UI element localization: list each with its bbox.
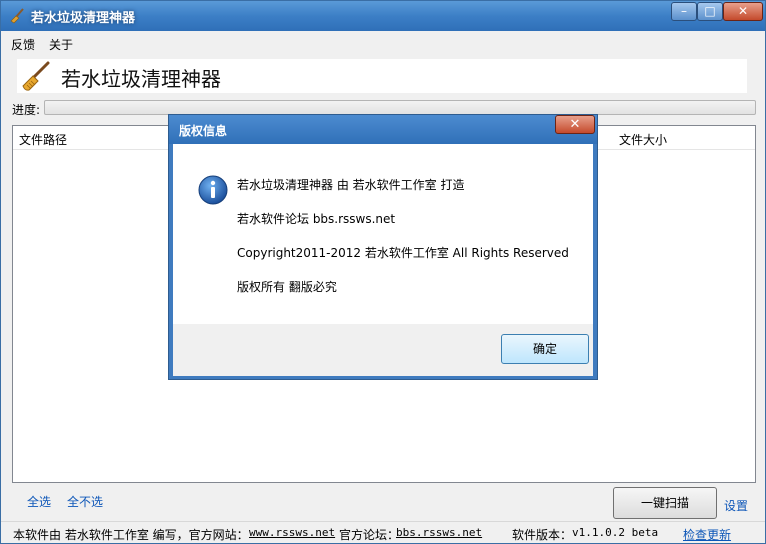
check-update-link[interactable]: 检查更新 bbox=[683, 526, 731, 543]
ok-button[interactable]: 确定 bbox=[501, 334, 589, 364]
select-none-link[interactable]: 全不选 bbox=[67, 493, 103, 510]
dialog-line: 版权所有 翻版必究 bbox=[237, 280, 337, 294]
status-version: v1.1.0.2 beta bbox=[572, 526, 659, 539]
dialog-close-button[interactable]: ✕ bbox=[555, 115, 595, 134]
broom-icon bbox=[22, 61, 50, 91]
menu-item-about[interactable]: 关于 bbox=[49, 36, 73, 53]
status-made-by: 本软件由 若水软件工作室 编写，官方网站： bbox=[13, 528, 249, 542]
menu-item-feedback[interactable]: 反馈 bbox=[11, 36, 35, 53]
dialog-title-bar[interactable]: 版权信息 ✕ bbox=[169, 115, 597, 144]
info-icon bbox=[198, 175, 228, 205]
dialog-line: 若水软件论坛 bbs.rssws.net bbox=[237, 212, 396, 226]
maximize-button[interactable]: □ bbox=[697, 2, 723, 21]
dialog-body: 若水垃圾清理神器 由 若水软件工作室 打造 若水软件论坛 bbs.rssws.n… bbox=[173, 144, 593, 324]
copyright-dialog: 版权信息 ✕ 若水垃圾清理神器 由 若水软件工作室 打造 若水软件论坛 bbs.… bbox=[168, 114, 598, 380]
settings-link[interactable]: 设置 bbox=[724, 497, 748, 514]
status-forum-label: 官方论坛： bbox=[339, 528, 400, 542]
progress-label: 进度: bbox=[12, 103, 41, 117]
minimize-button[interactable]: – bbox=[671, 2, 697, 21]
progress-bar bbox=[44, 100, 756, 115]
title-bar[interactable]: 若水垃圾清理神器 – □ ✕ bbox=[1, 1, 765, 31]
column-header-path[interactable]: 文件路径 bbox=[19, 131, 67, 148]
menu-bar: 反馈 关于 bbox=[1, 31, 765, 55]
broom-icon bbox=[10, 8, 24, 24]
dialog-line: 若水垃圾清理神器 由 若水软件工作室 打造 bbox=[237, 178, 465, 192]
scan-button[interactable]: 一键扫描 bbox=[613, 487, 717, 519]
app-banner: 若水垃圾清理神器 bbox=[17, 59, 747, 93]
window-title: 若水垃圾清理神器 bbox=[31, 11, 136, 26]
select-all-link[interactable]: 全选 bbox=[27, 493, 51, 510]
close-button[interactable]: ✕ bbox=[723, 2, 763, 21]
banner-title: 若水垃圾清理神器 bbox=[61, 67, 221, 91]
dialog-line: Copyright2011-2012 若水软件工作室 All Rights Re… bbox=[237, 246, 569, 260]
dialog-footer: 确定 bbox=[173, 324, 593, 376]
website-link[interactable]: www.rssws.net bbox=[249, 526, 335, 539]
status-version-label: 软件版本： bbox=[512, 528, 573, 542]
status-bar: 本软件由 若水软件工作室 编写，官方网站： www.rssws.net 官方论坛… bbox=[1, 521, 765, 543]
column-header-size[interactable]: 文件大小 bbox=[619, 131, 667, 148]
dialog-title: 版权信息 bbox=[179, 124, 228, 138]
forum-link[interactable]: bbs.rssws.net bbox=[396, 526, 482, 539]
